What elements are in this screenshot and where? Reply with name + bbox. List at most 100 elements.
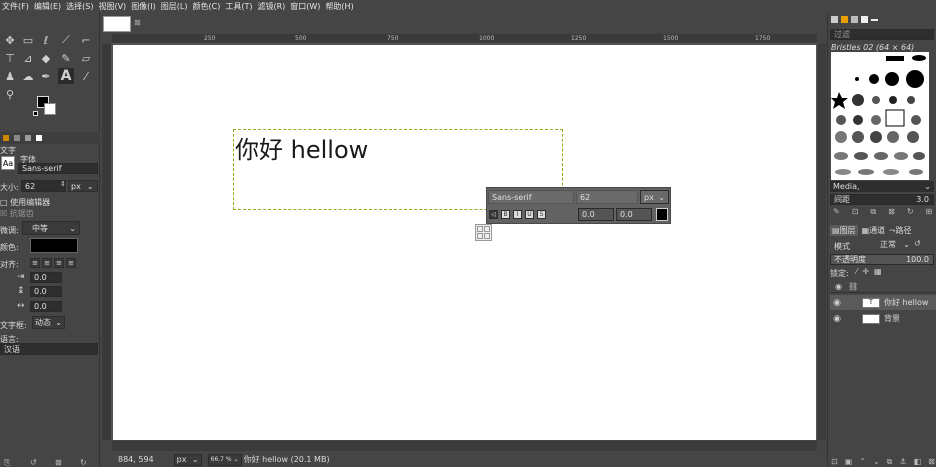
bold-icon[interactable]: B [501,210,510,219]
baseline-input[interactable]: 0.0 [578,208,614,221]
restore-options-icon[interactable]: ↺ [30,458,37,467]
floating-size-input[interactable]: 62 [576,190,638,204]
justify-center-icon[interactable]: ≡ [54,258,64,268]
lock-alpha-icon[interactable]: ▦ [874,267,882,276]
fonts-tab-icon[interactable] [851,16,858,23]
eraser-tool-icon[interactable]: ▱ [78,50,94,66]
kerning-input[interactable]: 0.0 [616,208,652,221]
line-spacing-input[interactable]: 0.0 [30,286,62,297]
menu-file[interactable]: 文件(F) [0,1,32,12]
lower-layer-icon[interactable]: ⌄ [873,457,880,467]
new-brush-icon[interactable]: ⊡ [852,207,859,217]
floating-font-input[interactable]: Sans-serif [488,190,574,204]
move-tool-icon[interactable]: ✥ [2,32,18,48]
duplicate-brush-icon[interactable]: ⧉ [870,207,876,217]
indent-input[interactable]: 0.0 [30,272,62,283]
italic-icon[interactable]: I [513,210,522,219]
menu-filters[interactable]: 滤镜(R) [255,1,288,12]
clear-style-icon[interactable]: ◁ [489,210,498,219]
zoom-tool-icon[interactable]: ⚲ [2,86,18,102]
image-tab-thumbnail[interactable] [103,16,131,32]
patterns-tab-icon[interactable] [841,16,848,23]
close-tab-icon[interactable]: ⊠ [134,18,141,27]
justify-fill-icon[interactable]: ≡ [66,258,76,268]
lock-position-icon[interactable]: ✛ [862,267,869,276]
brush-grid[interactable] [831,52,929,180]
text-tool-icon[interactable]: A [58,68,74,84]
duplicate-layer-icon[interactable]: ⧉ [887,457,893,467]
clone-tool-icon[interactable]: ♟ [2,68,18,84]
delete-brush-icon[interactable]: ⊠ [888,207,895,217]
tab-menu-icon[interactable] [871,19,878,21]
brushes-tab-icon[interactable] [831,16,838,23]
menu-image[interactable]: 图像(I) [129,1,159,12]
text-move-handle-icon[interactable] [475,224,492,241]
mode-select[interactable]: 正常 ⌄ [878,238,912,250]
paintbrush-tool-icon[interactable]: ✎ [58,50,74,66]
tab-layers[interactable]: ▤图层 [830,224,858,236]
delete-options-icon[interactable]: ⊠ [55,458,62,467]
opacity-slider[interactable]: 不透明度 100.0 [830,254,934,265]
warp-tool-icon[interactable]: ⊿ [20,50,36,66]
layer-row[interactable]: ◉ T 你好 hellow [830,295,936,310]
use-editor-checkbox[interactable]: □ 使用编辑器 [0,197,50,208]
path-tool-icon[interactable]: ✒ [38,68,54,84]
canvas-text[interactable]: 你好 hellow [235,130,368,165]
floating-color-button[interactable] [656,208,668,221]
spacing-slider[interactable]: 间距 3.0 [830,194,934,205]
brush-as-image-icon[interactable]: ⊞ [926,207,933,217]
status-unit-select[interactable]: px ⌄ [173,453,202,466]
justify-left-icon[interactable]: ≡ [30,258,40,268]
size-stepper-icon[interactable]: ⇕ [60,180,66,188]
layer-name[interactable]: 你好 hellow [884,297,928,308]
transform-tool-icon[interactable]: ⊤ [2,50,18,66]
menu-help[interactable]: 帮助(H) [323,1,356,12]
underline-icon[interactable]: U [525,210,534,219]
menu-view[interactable]: 视图(V) [96,1,129,12]
floating-unit-select[interactable]: px ⌄ [640,190,669,204]
letter-spacing-input[interactable]: 0.0 [30,301,62,312]
edit-brush-icon[interactable]: ✎ [833,207,840,217]
eye-icon[interactable]: ◉ [830,314,844,324]
rect-select-tool-icon[interactable]: ▭ [20,32,36,48]
vertical-scrollbar[interactable] [818,44,826,440]
image-canvas[interactable] [113,45,816,440]
language-input[interactable]: 汉语 [0,343,98,355]
color-picker-tool-icon[interactable]: ⁄ [78,68,94,84]
refresh-brushes-icon[interactable]: ↻ [907,207,914,217]
tool-options-tab-icon[interactable] [3,135,9,141]
strikethrough-icon[interactable]: S [537,210,546,219]
horizontal-scrollbar[interactable] [112,441,817,451]
menu-edit[interactable]: 编辑(E) [32,1,64,12]
mask-layer-icon[interactable]: ◧ [914,457,922,467]
menu-select[interactable]: 选择(S) [64,1,96,12]
menu-windows[interactable]: 窗口(W) [288,1,323,12]
new-group-icon[interactable]: ▣ [845,457,853,467]
layer-row[interactable]: ◉ 背景 [830,311,936,326]
images-tab-icon[interactable] [36,135,42,141]
zoom-select[interactable]: 66.7 % ⌄ [207,453,242,466]
size-unit-select[interactable]: px ⌄ [68,180,98,192]
eye-icon[interactable]: ◉ [830,298,844,308]
background-color-swatch[interactable] [44,103,56,115]
mode-reset-icon[interactable]: ↺ [914,239,921,248]
font-input[interactable]: Sans-serif [18,163,98,174]
font-preview-icon[interactable]: Aa [1,156,15,170]
box-select[interactable]: 动态 ⌄ [32,316,65,329]
delete-layer-icon[interactable]: ⊠ [928,457,935,467]
menu-tools[interactable]: 工具(T) [223,1,255,12]
tab-paths[interactable]: ⤳路径 [889,225,911,236]
crop-tool-icon[interactable]: ⌐ [78,32,94,48]
tab-channels[interactable]: ▦通道 [862,225,886,236]
hinting-select[interactable]: 中等 ⌄ [22,221,80,235]
justify-right-icon[interactable]: ≡ [42,258,52,268]
lasso-tool-icon[interactable]: ℓ [38,32,54,48]
anchor-layer-icon[interactable]: ⚓ [899,457,906,467]
raise-layer-icon[interactable]: ⌃ [859,457,866,467]
device-status-tab-icon[interactable] [14,135,20,141]
menu-colors[interactable]: 颜色(C) [191,1,224,12]
text-color-button[interactable] [30,238,78,253]
brush-tag-select[interactable]: Media, ⌄ [830,181,934,192]
document-history-tab-icon[interactable] [861,16,868,23]
new-layer-icon[interactable]: ⊡ [831,457,838,467]
